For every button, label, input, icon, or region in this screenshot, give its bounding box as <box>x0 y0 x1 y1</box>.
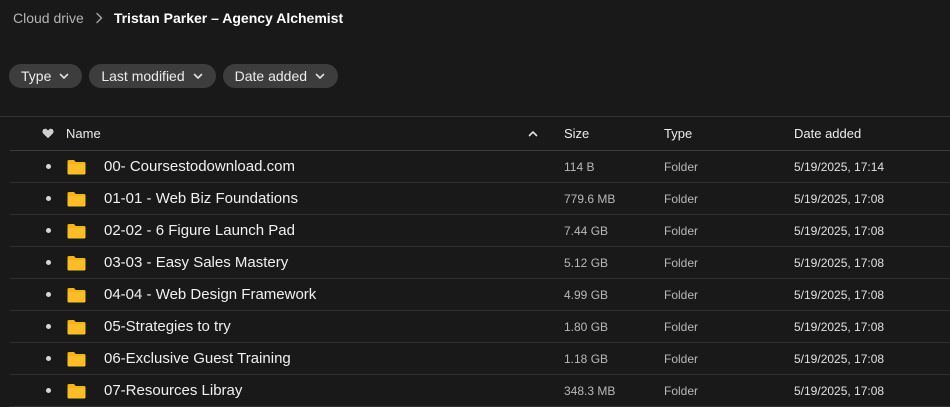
folder-icon <box>67 279 86 310</box>
filter-type-label: Type <box>21 68 52 84</box>
file-type: Folder <box>664 191 699 206</box>
file-size: 4.99 GB <box>564 287 609 302</box>
status-dot-icon <box>46 183 51 214</box>
table-row[interactable]: 07-Resources Libray 348.3 MB Folder 5/19/20… <box>10 375 950 407</box>
filter-date-added-label: Date added <box>234 68 308 84</box>
file-size: 348.3 MB <box>564 383 616 398</box>
file-type: Folder <box>664 351 699 366</box>
file-date-added: 5/19/2025, 17:08 <box>794 383 885 398</box>
column-header-name[interactable]: Name <box>66 117 101 150</box>
table-row[interactable]: 02-02 - 6 Figure Launch Pad 7.44 GB Folder… <box>10 215 950 247</box>
folder-icon <box>67 343 86 374</box>
file-date-added: 5/19/2025, 17:08 <box>794 255 885 270</box>
file-type: Folder <box>664 383 699 398</box>
file-name[interactable]: 01-01 - Web Biz Foundations <box>104 183 298 214</box>
status-dot-icon <box>46 279 51 310</box>
file-type: Folder <box>664 319 699 334</box>
filter-bar: Type Last modified Date added <box>9 64 339 88</box>
chevron-right-icon <box>95 12 103 24</box>
file-size: 1.18 GB <box>564 351 609 366</box>
filter-last-modified-label: Last modified <box>101 68 185 84</box>
status-dot-icon <box>46 215 51 246</box>
filter-date-added-button[interactable]: Date added <box>222 64 339 88</box>
file-name[interactable]: 07-Resources Libray <box>104 375 242 406</box>
file-name[interactable]: 06-Exclusive Guest Training <box>104 343 291 374</box>
file-type: Folder <box>664 159 699 174</box>
file-table: Name Size Type Date added 00- Coursestod… <box>0 117 950 407</box>
file-name[interactable]: 00- Coursestodownload.com <box>104 151 295 182</box>
folder-icon <box>67 375 86 406</box>
table-row[interactable]: 06-Exclusive Guest Training 1.18 GB Folder… <box>10 343 950 375</box>
chevron-down-icon <box>315 73 325 80</box>
folder-icon <box>67 183 86 214</box>
table-row[interactable]: 03-03 - Easy Sales Mastery 5.12 GB Folder 5… <box>10 247 950 279</box>
file-name[interactable]: 03-03 - Easy Sales Mastery <box>104 247 288 278</box>
status-dot-icon <box>46 311 51 342</box>
file-size: 779.6 MB <box>564 191 616 206</box>
status-dot-icon <box>46 343 51 374</box>
file-name[interactable]: 05-Strategies to try <box>104 311 231 342</box>
file-size: 7.44 GB <box>564 223 609 238</box>
file-date-added: 5/19/2025, 17:08 <box>794 319 885 334</box>
file-date-added: 5/19/2025, 17:08 <box>794 191 885 206</box>
filter-last-modified-button[interactable]: Last modified <box>89 64 216 88</box>
folder-icon <box>67 151 86 182</box>
file-type: Folder <box>664 223 699 238</box>
folder-icon <box>67 215 86 246</box>
file-date-added: 5/19/2025, 17:08 <box>794 223 885 238</box>
column-header-date-added[interactable]: Date added <box>794 117 861 150</box>
column-header-type[interactable]: Type <box>664 117 692 150</box>
breadcrumb-current-folder: Tristan Parker – Agency Alchemist <box>113 10 344 26</box>
file-name[interactable]: 02-02 - 6 Figure Launch Pad <box>104 215 295 246</box>
file-type: Folder <box>664 287 699 302</box>
table-row[interactable]: 01-01 - Web Biz Foundations 779.6 MB Folde… <box>10 183 950 215</box>
file-type: Folder <box>664 255 699 270</box>
file-name[interactable]: 04-04 - Web Design Framework <box>104 279 316 310</box>
status-dot-icon <box>46 375 51 406</box>
filter-type-button[interactable]: Type <box>9 64 83 88</box>
table-row[interactable]: 00- Coursestodownload.com 114 B Folder 5/19… <box>10 151 950 183</box>
breadcrumb: Cloud drive Tristan Parker – Agency Alch… <box>13 8 343 28</box>
table-header: Name Size Type Date added <box>10 117 950 151</box>
file-date-added: 5/19/2025, 17:14 <box>794 159 885 174</box>
file-size: 1.80 GB <box>564 319 609 334</box>
column-header-size[interactable]: Size <box>564 117 589 150</box>
file-size: 114 B <box>564 159 595 174</box>
table-row[interactable]: 04-04 - Web Design Framework 4.99 GB Folde… <box>10 279 950 311</box>
folder-icon <box>67 247 86 278</box>
file-date-added: 5/19/2025, 17:08 <box>794 287 885 302</box>
heart-icon[interactable] <box>40 117 56 150</box>
sort-ascending-icon[interactable] <box>528 117 538 150</box>
chevron-down-icon <box>193 73 203 80</box>
file-size: 5.12 GB <box>564 255 609 270</box>
table-row[interactable]: 05-Strategies to try 1.80 GB Folder 5/19/20… <box>10 311 950 343</box>
chevron-down-icon <box>59 73 69 80</box>
file-date-added: 5/19/2025, 17:08 <box>794 351 885 366</box>
status-dot-icon <box>46 151 51 182</box>
folder-icon <box>67 311 86 342</box>
breadcrumb-cloud-drive[interactable]: Cloud drive <box>13 10 84 26</box>
status-dot-icon <box>46 247 51 278</box>
